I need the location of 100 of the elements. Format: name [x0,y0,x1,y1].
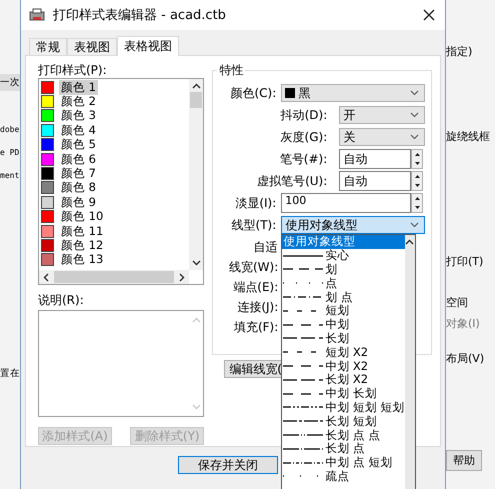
linetype-option[interactable]: 使用对象线型 [282,235,405,249]
background-text: ment [0,170,20,182]
number-field[interactable]: 自动 [339,171,411,191]
chevron-up-icon[interactable] [192,83,201,89]
style-label: 颜色 1 [59,80,98,95]
chevron-down-icon[interactable] [192,260,201,266]
linetype-option[interactable]: 点 [282,276,405,290]
style-item[interactable]: 颜色 13 [39,252,190,268]
scrollbar-thumb[interactable] [54,271,174,283]
style-item[interactable]: 颜色 12 [39,238,190,253]
line-pattern-icon [283,363,324,370]
style-item[interactable]: 颜色 3 [39,108,190,124]
linetype-option[interactable]: 短划 X2 [282,345,405,360]
line-pattern-icon [283,252,324,259]
chevron-down-icon [410,134,419,140]
dropdown[interactable]: 黑 [281,84,425,102]
linetype-option[interactable]: 长划 [282,332,405,346]
style-item[interactable]: 颜色 2 [39,94,190,109]
style-label: 颜色 11 [60,224,104,239]
dropdown[interactable]: 开 [339,106,425,124]
style-item[interactable]: 颜色 10 [39,210,190,224]
line-pattern-icon [283,376,324,383]
line-pattern-icon [283,432,324,438]
style-item[interactable]: 颜色 9 [39,195,190,210]
style-item[interactable]: 颜色 11 [39,224,190,238]
line-pattern-icon [283,460,324,466]
line-pattern-icon [283,294,324,300]
spin-buttons[interactable] [411,149,423,169]
spin-buttons[interactable] [411,171,423,191]
scrollbar[interactable] [189,79,204,270]
style-label: 颜色 5 [60,137,97,152]
group-title: 特性 [218,62,244,79]
spin-buttons[interactable] [411,193,423,213]
style-label: 颜色 13 [60,252,104,268]
linetype-option[interactable]: 划 点 [282,290,405,304]
field-label: 抖动(D): [280,106,328,124]
background-text: 指定) [446,44,474,59]
linetype-option[interactable]: 划 [282,262,405,276]
save-close-button[interactable]: 保存并关闭 [178,456,278,474]
field-label: 颜色(C): [229,84,278,102]
field-label: 淡显(I): [234,194,278,212]
linetype-option[interactable]: 短划 [282,304,405,318]
style-item[interactable]: 颜色 5 [39,138,190,152]
close-icon[interactable] [423,9,435,21]
number-field[interactable]: 100 [281,193,411,213]
field-label: 端点(E): [232,279,280,296]
description-label: 说明(R): [38,292,85,308]
background-text: 空间 [446,295,469,310]
linetype-option[interactable]: 疏点 [282,470,405,484]
line-pattern-icon [283,280,324,286]
description-field[interactable] [38,310,204,417]
scrollbar-thumb[interactable] [190,92,202,108]
field-label: 灰度(G): [280,128,328,146]
chevron-right-icon[interactable] [179,272,186,282]
style-label: 颜色 2 [60,94,97,110]
style-label: 颜色 7 [60,166,97,182]
background-text: 旋绕线框 [446,129,491,144]
list-label: 打印样式(P): [38,62,108,78]
scrollbar[interactable] [404,235,416,489]
line-pattern-icon [283,322,324,328]
line-pattern-icon [283,390,324,397]
linetype-option[interactable]: 中划 点 短划 [282,456,405,470]
tab[interactable]: 表视图 [67,38,117,56]
style-item[interactable]: 颜色 6 [39,152,190,166]
linetype-option[interactable]: 长划 短划 [282,414,405,428]
linetype-option[interactable]: 中划 短划 短划 [282,400,405,414]
chevron-left-icon[interactable] [43,272,49,282]
style-item[interactable]: 颜色 8 [39,180,190,196]
line-pattern-icon [283,418,324,424]
help-button[interactable]: 帮助 [446,450,482,471]
field-label: 连接(J): [236,299,280,316]
style-item[interactable]: 颜色 4 [39,123,190,138]
line-pattern-icon [283,266,324,272]
dropdown[interactable]: 使用对象线型 [281,216,425,234]
number-field[interactable]: 自动 [339,149,411,169]
style-label: 颜色 9 [60,194,97,210]
tab[interactable]: 表格视图 [117,36,179,56]
linetype-option[interactable]: 中划 [282,318,405,332]
background-text: dobe [0,124,20,136]
background-text: e PD [0,147,20,159]
linetype-option[interactable]: 长划 点 点 [282,428,405,442]
style-label: 颜色 8 [60,180,97,196]
style-label: 颜色 4 [60,122,97,138]
style-item[interactable]: 颜色 1 [39,80,190,94]
field-label: 虚拟笔号(U): [256,172,328,190]
scrollbar[interactable] [39,270,190,284]
linetype-option[interactable]: 长划 点 [282,442,405,456]
background-text: 打印(T) [446,254,484,269]
linetype-option[interactable]: 中划 长划 [282,386,405,401]
linetype-option[interactable]: 实心 [282,248,405,263]
style-item[interactable]: 颜色 7 [39,166,190,181]
chevron-down-icon [410,90,419,96]
style-label: 颜色 3 [60,108,97,124]
chevron-down-icon [410,222,419,228]
background-text: 一次 [0,74,20,91]
tab[interactable]: 常规 [29,38,67,56]
dropdown[interactable]: 关 [339,128,425,146]
style-label: 颜色 12 [60,238,104,253]
chevron-up-icon[interactable] [405,239,414,245]
printer-icon [29,8,45,22]
